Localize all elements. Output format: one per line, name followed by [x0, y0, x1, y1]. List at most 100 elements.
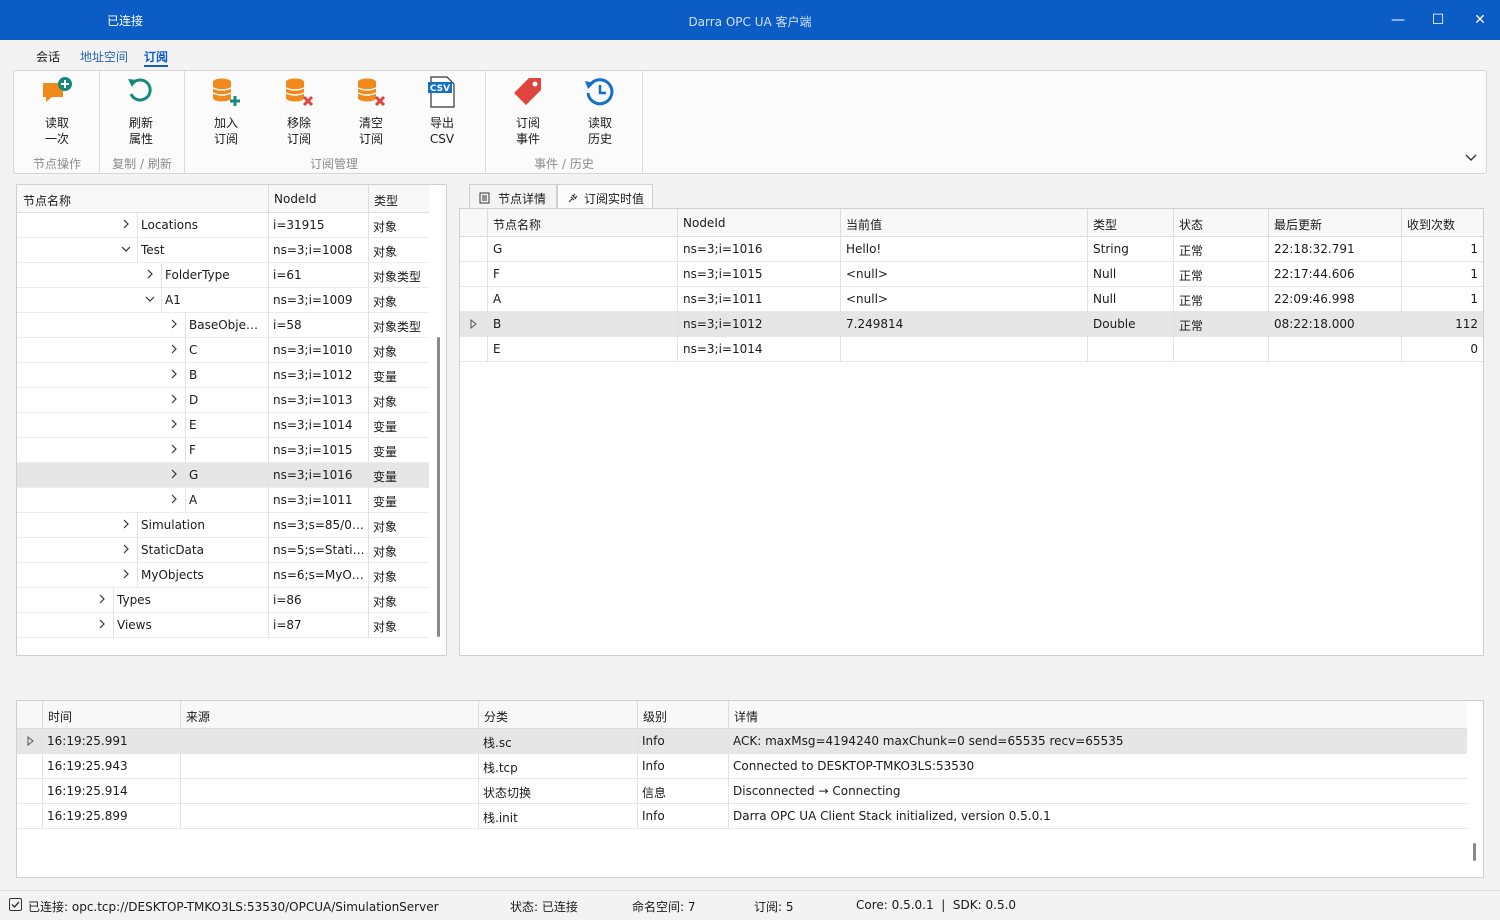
add-subscription-button[interactable]: 加入 订阅 [196, 75, 256, 147]
read-history-button[interactable]: 读取 历史 [570, 75, 630, 147]
log-header-category[interactable]: 分类 [484, 708, 508, 725]
sub-cell-status: 正常 [1179, 319, 1204, 333]
ribbon-separator [184, 71, 185, 173]
tab-live-values[interactable]: 订阅实时值 [557, 184, 653, 209]
row-divider [1087, 237, 1088, 262]
chevron-right-icon[interactable] [169, 418, 179, 430]
collapse-ribbon-icon[interactable] [1464, 151, 1478, 165]
row-divider [1401, 312, 1402, 337]
tree-row[interactable]: Dns=3;i=1013 对象 [17, 388, 429, 413]
row-divider [268, 313, 269, 338]
subscription-row[interactable]: Fns=3;i=1015 <null> Null 正常 22:17:44.606 1 [460, 262, 1483, 287]
tree-node-type: 变量 [373, 495, 398, 509]
chevron-down-icon[interactable] [145, 293, 155, 305]
row-divider [1173, 312, 1174, 337]
remove-subscription-button[interactable]: 移除 订阅 [269, 75, 329, 147]
row-divider [1173, 237, 1174, 262]
chevron-right-icon[interactable] [97, 593, 107, 605]
tree-row[interactable]: A1 ns=3;i=1009 对象 [17, 288, 429, 313]
sub-header-name[interactable]: 节点名称 [493, 216, 541, 233]
log-row[interactable]: 16:19:25.899 栈.init Info Darra OPC UA Clien… [17, 804, 1467, 829]
chevron-right-icon[interactable] [169, 343, 179, 355]
address-space-tree: 节点名称 NodeId 类型 Locations i=31915 对象 Test ns=… [16, 184, 447, 656]
tree-row[interactable]: Cns=3;i=1010 对象 [17, 338, 429, 363]
sub-header-updated[interactable]: 最后更新 [1274, 216, 1322, 233]
log-header-detail[interactable]: 详情 [734, 708, 758, 725]
row-divider [268, 488, 269, 513]
chevron-right-icon[interactable] [169, 393, 179, 405]
chevron-down-icon[interactable] [121, 243, 131, 255]
chevron-right-icon[interactable] [169, 368, 179, 380]
tree-row[interactable]: BaseObjectType i=58 对象类型 [17, 313, 429, 338]
clear-subscription-button[interactable]: 清空 订阅 [341, 75, 401, 147]
tree-row[interactable]: Views i=87 对象 [17, 613, 429, 638]
tab-address-space[interactable]: 地址空间 [80, 48, 128, 65]
subscription-row[interactable]: Ens=3;i=1014 0 [460, 337, 1483, 362]
close-button[interactable]: ✕ [1470, 10, 1490, 30]
tree-row[interactable]: Test ns=3;i=1008 对象 [17, 238, 429, 263]
subscription-row[interactable]: Bns=3;i=1012 7.249814 Double 正常 08:22:18.000… [460, 312, 1483, 337]
log-cell-level: Info [642, 734, 665, 748]
chevron-right-icon[interactable] [121, 518, 131, 530]
export-csv-button[interactable]: CSV 导出 CSV [412, 75, 472, 147]
chevron-right-icon[interactable] [121, 568, 131, 580]
tree-header-type[interactable]: 类型 [374, 192, 398, 209]
sub-header-nodeid[interactable]: NodeId [683, 216, 725, 230]
read-once-button[interactable]: 读取 一次 [27, 75, 87, 147]
minimize-button[interactable]: — [1388, 10, 1408, 30]
column-divider [637, 701, 638, 729]
log-cell-detail: Disconnected → Connecting [733, 784, 901, 798]
chevron-right-icon[interactable] [169, 443, 179, 455]
sub-header-status[interactable]: 状态 [1179, 216, 1203, 233]
log-row[interactable]: 16:19:25.914 状态切换 信息 Disconnected → Connect… [17, 779, 1467, 804]
tab-subscription[interactable]: 订阅 [144, 48, 168, 65]
tree-row[interactable]: Simulation ns=3;s=85/0:Simulation 对象 [17, 513, 429, 538]
sub-header-value[interactable]: 当前值 [846, 216, 882, 233]
tree-header-name[interactable]: 节点名称 [23, 192, 71, 209]
row-divider [728, 804, 729, 829]
log-header-level[interactable]: 级别 [643, 708, 667, 725]
log-header-time[interactable]: 时间 [48, 708, 72, 725]
log-cell-category: 栈.init [483, 811, 518, 825]
tree-row[interactable]: Ans=3;i=1011 变量 [17, 488, 429, 513]
read-once-icon [43, 77, 72, 102]
log-scrollbar[interactable] [1473, 843, 1476, 861]
refresh-attributes-button[interactable]: 刷新 属性 [111, 75, 171, 147]
tree-row[interactable]: Ens=3;i=1014 变量 [17, 413, 429, 438]
tree-row[interactable]: MyObjects ns=6;s=MyObjects 对象 [17, 563, 429, 588]
sub-header-type[interactable]: 类型 [1093, 216, 1117, 233]
chevron-right-icon[interactable] [169, 493, 179, 505]
sub-header-count[interactable]: 收到次数 [1407, 216, 1455, 233]
tab-session[interactable]: 会话 [36, 48, 60, 65]
sub-cell-nodeid: ns=3;i=1015 [683, 267, 763, 281]
row-divider [1173, 337, 1174, 362]
row-divider [637, 804, 638, 829]
chevron-right-icon[interactable] [169, 468, 179, 480]
row-divider [487, 337, 488, 362]
chevron-right-icon[interactable] [145, 268, 155, 280]
log-header-source[interactable]: 来源 [186, 708, 210, 725]
maximize-button[interactable]: ☐ [1428, 10, 1448, 30]
tree-row[interactable]: Bns=3;i=1012 变量 [17, 363, 429, 388]
chevron-right-icon[interactable] [97, 618, 107, 630]
tree-row[interactable]: Fns=3;i=1015 变量 [17, 438, 429, 463]
row-divider [368, 438, 369, 463]
log-row[interactable]: 16:19:25.943 栈.tcp Info Connected to DESKTO… [17, 754, 1467, 779]
tree-row[interactable]: Gns=3;i=1016 变量 [17, 463, 429, 488]
tree-row[interactable]: Locations i=31915 对象 [17, 213, 429, 238]
chevron-right-icon[interactable] [169, 318, 179, 330]
row-divider [368, 538, 369, 563]
tree-row[interactable]: Types i=86 对象 [17, 588, 429, 613]
tree-header-nodeid[interactable]: NodeId [274, 192, 316, 206]
tree-node-id: ns=3;i=1013 [273, 393, 353, 407]
tree-row[interactable]: FolderType i=61 对象类型 [17, 263, 429, 288]
tree-scrollbar[interactable] [437, 337, 440, 637]
log-row[interactable]: 16:19:25.991 栈.sc Info ACK: maxMsg=4194240 … [17, 729, 1467, 754]
tab-node-details[interactable]: 节点详情 [469, 184, 557, 209]
subscription-row[interactable]: Gns=3;i=1016 Hello! String 正常 22:18:32.791 1 [460, 237, 1483, 262]
subscription-row[interactable]: Ans=3;i=1011 <null> Null 正常 22:09:46.998 1 [460, 287, 1483, 312]
tree-row[interactable]: StaticData ns=5;s=StaticData 对象 [17, 538, 429, 563]
subscribe-events-button[interactable]: 订阅 事件 [498, 75, 558, 147]
chevron-right-icon[interactable] [121, 218, 131, 230]
chevron-right-icon[interactable] [121, 543, 131, 555]
